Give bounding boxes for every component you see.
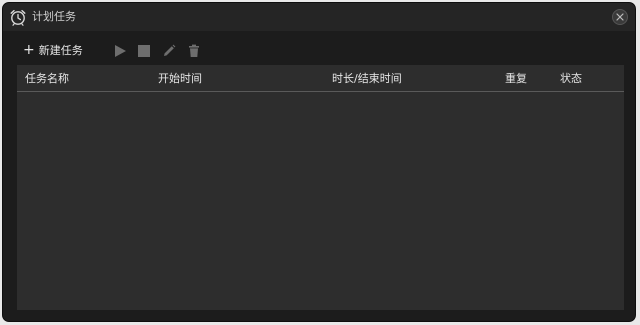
task-list-header: 任务名称 开始时间 时长/结束时间 重复 状态 [17, 65, 624, 92]
window-title: 计划任务 [32, 10, 76, 23]
alarm-clock-icon [9, 8, 27, 26]
column-header-repeat[interactable]: 重复 [505, 72, 527, 85]
trash-icon [189, 44, 199, 57]
new-task-button[interactable]: + 新建任务 [23, 41, 83, 59]
play-icon [115, 45, 126, 57]
pencil-icon [164, 44, 176, 56]
close-button[interactable] [612, 9, 628, 25]
column-header-status[interactable]: 状态 [560, 72, 582, 85]
task-scheduler-window: 计划任务 + 新建任务 任务名称 开始时间 时长/结束时间 重复 状态 [2, 2, 636, 322]
close-icon [616, 13, 624, 21]
edit-button[interactable] [162, 43, 176, 57]
stop-icon [138, 45, 150, 57]
column-header-duration-end-time[interactable]: 时长/结束时间 [332, 72, 402, 85]
toolbar: + 新建任务 [3, 35, 635, 65]
column-header-start-time[interactable]: 开始时间 [158, 72, 202, 85]
stop-button[interactable] [137, 43, 151, 57]
start-button[interactable] [113, 43, 127, 57]
column-header-task-name[interactable]: 任务名称 [25, 72, 69, 85]
new-task-label: 新建任务 [38, 44, 83, 57]
title-bar[interactable]: 计划任务 [3, 3, 635, 31]
delete-button[interactable] [187, 43, 201, 57]
task-list[interactable]: 任务名称 开始时间 时长/结束时间 重复 状态 [17, 65, 624, 310]
plus-icon: + [23, 42, 35, 58]
